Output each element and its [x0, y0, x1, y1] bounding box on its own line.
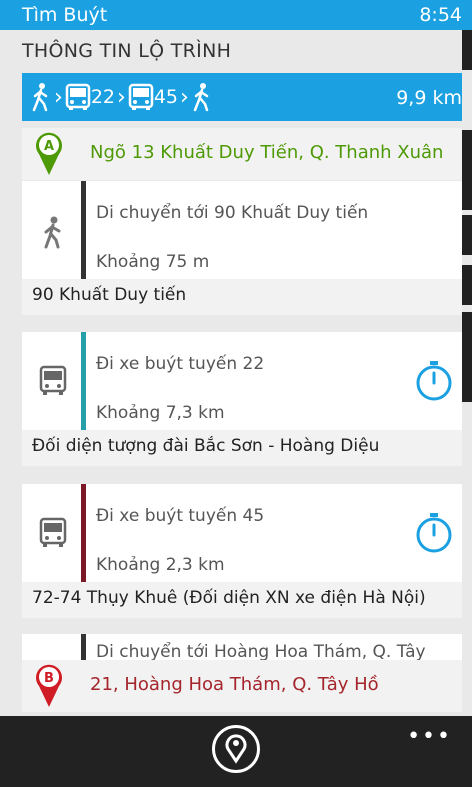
edge-strip: [462, 30, 472, 70]
edge-strip: [462, 215, 472, 255]
location-pin-icon[interactable]: [212, 725, 260, 773]
app-name: Tìm Buýt: [22, 4, 108, 26]
destination-pin-icon: B: [36, 664, 62, 707]
bus-icon: [65, 83, 91, 110]
walk-icon: [193, 83, 209, 112]
route-step[interactable]: Đi xe buýt tuyến 22 Khoảng 7,3 km: [22, 332, 462, 430]
stop-name: 90 Khuất Duy tiến: [32, 285, 187, 305]
step-instruction: Đi xe buýt tuyến 45: [96, 506, 265, 526]
step-instruction: Di chuyển tới 90 Khuất Duy tiến: [96, 203, 369, 223]
stop-name: 72-74 Thụy Khuê (Đối diện XN xe điện Hà …: [32, 588, 426, 608]
destination-marker-letter: B: [44, 671, 54, 686]
step-distance: Khoảng 2,3 km: [96, 555, 225, 575]
chevron-right-icon: ›: [117, 84, 126, 110]
edge-strip: [462, 265, 472, 305]
origin-address: Ngõ 13 Khuất Duy Tiến, Q. Thanh Xuân: [90, 142, 444, 163]
bus-icon: [128, 83, 154, 110]
origin-row[interactable]: A Ngõ 13 Khuất Duy Tiến, Q. Thanh Xuân: [22, 128, 462, 180]
route-summary[interactable]: › 22 › 45 › 9,9 km: [22, 73, 462, 121]
clock: 8:54: [419, 4, 462, 26]
step-color-bar: [81, 484, 86, 582]
step-instruction: Di chuyển tới Hoàng Hoa Thám, Q. Tây: [96, 642, 426, 660]
bus-icon: [39, 517, 67, 547]
stop-row[interactable]: Đối diện tượng đài Bắc Sơn - Hoàng Diệu: [22, 430, 462, 466]
origin-marker-letter: A: [44, 139, 54, 154]
walk-icon: [44, 216, 61, 249]
more-options-button[interactable]: •••: [407, 724, 452, 749]
stop-row[interactable]: 72-74 Thụy Khuê (Đối diện XN xe điện Hà …: [22, 582, 462, 618]
route-step[interactable]: Đi xe buýt tuyến 45 Khoảng 2,3 km: [22, 484, 462, 582]
walk-icon: [32, 83, 48, 112]
step-color-bar: [81, 181, 86, 279]
destination-row[interactable]: B 21, Hoàng Hoa Thám, Q. Tây Hồ: [22, 660, 462, 712]
page-title: THÔNG TIN LỘ TRÌNH: [22, 40, 232, 62]
chevron-right-icon: ›: [180, 84, 189, 110]
origin-pin-icon: A: [36, 132, 62, 175]
step-color-bar: [81, 332, 86, 430]
destination-address: 21, Hoàng Hoa Thám, Q. Tây Hồ: [90, 674, 379, 695]
step-instruction: Đi xe buýt tuyến 22: [96, 354, 265, 374]
bus-icon: [39, 365, 67, 395]
route-number-2: 45: [153, 86, 178, 108]
stop-row[interactable]: 90 Khuất Duy tiến: [22, 279, 462, 315]
route-step[interactable]: Di chuyển tới Hoàng Hoa Thám, Q. Tây: [22, 634, 462, 660]
status-bar: Tìm Buýt 8:54: [0, 0, 472, 30]
timer-icon[interactable]: [414, 360, 454, 402]
total-distance: 9,9 km: [396, 87, 462, 109]
step-color-bar: [81, 634, 86, 660]
mode-sequence: › 22 › 45 ›: [30, 81, 213, 113]
chevron-right-icon: ›: [54, 84, 63, 110]
route-step[interactable]: Di chuyển tới 90 Khuất Duy tiến Khoảng 7…: [22, 181, 462, 279]
step-distance: Khoảng 7,3 km: [96, 403, 225, 423]
stop-name: Đối diện tượng đài Bắc Sơn - Hoàng Diệu: [32, 436, 380, 456]
route-number-1: 22: [90, 86, 115, 108]
step-distance: Khoảng 75 m: [96, 252, 210, 272]
edge-strip: [462, 312, 472, 402]
timer-icon[interactable]: [414, 512, 454, 554]
app-bar: •••: [0, 716, 472, 787]
edge-strip: [462, 130, 472, 210]
